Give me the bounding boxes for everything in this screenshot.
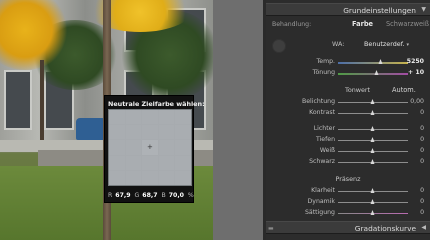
r-label: R: [108, 192, 113, 199]
slider-thumb-shadows[interactable]: [370, 136, 375, 142]
slider-track-vibrance[interactable]: [338, 198, 408, 204]
workspace-gutter: [213, 0, 263, 240]
slider-label-highlights: Lichter: [313, 125, 335, 132]
treatment-row: Behandlung: Farbe Schwarzweiß: [266, 20, 430, 30]
slider-track-saturation[interactable]: [338, 209, 408, 215]
crosshair-icon: [142, 140, 158, 155]
slider-label-saturation: Sättigung: [305, 209, 335, 216]
slider-track-tint[interactable]: [338, 69, 408, 75]
treatment-label: Behandlung:: [272, 21, 312, 28]
white-balance-picker-icon[interactable]: [272, 39, 286, 53]
tree-trunk: [40, 60, 44, 150]
slider-value-tint[interactable]: + 10: [408, 69, 424, 76]
slider-row-whites: Weiß 0: [266, 146, 430, 156]
slider-label-contrast: Kontrast: [309, 109, 335, 116]
slider-value-exposure[interactable]: 0,00: [410, 98, 424, 105]
slider-value-whites[interactable]: 0: [420, 147, 424, 154]
wb-preset-select[interactable]: Benutzerdef. ▾: [364, 40, 409, 48]
slider-value-shadows[interactable]: 0: [420, 136, 424, 143]
slider-value-saturation[interactable]: 0: [420, 209, 424, 216]
slider-row-exposure: Belichtung 0,00: [266, 97, 430, 107]
slider-thumb-tint[interactable]: [374, 69, 378, 75]
wb-label: WA:: [332, 40, 345, 48]
treatment-bw-option[interactable]: Schwarzweiß: [386, 20, 429, 28]
panel-switch-icon[interactable]: ▬: [268, 225, 274, 232]
slider-track-highlights[interactable]: [338, 125, 408, 131]
slider-thumb-vibrance[interactable]: [370, 198, 375, 204]
chevron-down-icon: ▾: [406, 42, 410, 48]
slider-value-vibrance[interactable]: 0: [420, 198, 424, 205]
photo-canvas[interactable]: Neutrale Zielfarbe wählen: R 67,9 G 68,7…: [0, 0, 213, 240]
slider-track-shadows[interactable]: [338, 136, 408, 142]
slider-thumb-contrast[interactable]: [370, 109, 375, 115]
slider-row-vibrance: Dynamik 0: [266, 197, 430, 207]
g-label: G: [134, 192, 140, 199]
slider-value-clarity[interactable]: 0: [420, 187, 424, 194]
slider-thumb-exposure[interactable]: [370, 98, 375, 104]
basic-section-header[interactable]: Grundeinstellungen ▼: [266, 3, 430, 16]
slider-label-shadows: Tiefen: [315, 136, 335, 143]
slider-track-contrast[interactable]: [338, 109, 408, 115]
slider-row-clarity: Klarheit 0: [266, 186, 430, 196]
slider-row-contrast: Kontrast 0: [266, 108, 430, 118]
slider-label-clarity: Klarheit: [311, 187, 335, 194]
tone-curve-section-header[interactable]: ▬ Gradationskurve ◀: [266, 221, 430, 234]
slider-track-blacks[interactable]: [338, 158, 408, 164]
slider-label-tint: Tönung: [312, 69, 335, 76]
slider-label-vibrance: Dynamik: [307, 198, 335, 205]
slider-thumb-temp[interactable]: [378, 58, 383, 64]
slider-thumb-highlights[interactable]: [370, 125, 375, 131]
auto-tone-button[interactable]: Autom.: [392, 86, 416, 94]
slider-label-blacks: Schwarz: [309, 158, 335, 165]
g-value: 68,7: [142, 192, 158, 199]
slider-label-whites: Weiß: [319, 147, 335, 154]
slider-value-blacks[interactable]: 0: [420, 158, 424, 165]
percent-unit: %: [187, 192, 194, 199]
slider-track-temp[interactable]: [338, 58, 408, 64]
slider-value-highlights[interactable]: 0: [420, 125, 424, 132]
window: [4, 70, 32, 130]
wb-preset-value: Benutzerdef.: [364, 40, 405, 48]
slider-track-exposure[interactable]: [338, 98, 408, 104]
presence-section-label: Präsenz: [335, 175, 361, 183]
slider-value-temp[interactable]: 5250: [407, 58, 424, 65]
slider-track-whites[interactable]: [338, 147, 408, 153]
slider-thumb-saturation[interactable]: [370, 209, 375, 215]
r-value: 67,9: [115, 192, 131, 199]
basic-section-title: Grundeinstellungen: [343, 6, 416, 15]
slider-label-exposure: Belichtung: [301, 98, 335, 105]
b-value: 70,0: [168, 192, 184, 199]
slider-thumb-clarity[interactable]: [370, 187, 375, 193]
tone-section-label: Tonwert: [345, 86, 371, 94]
loupe-title: Neutrale Zielfarbe wählen:: [108, 100, 205, 108]
treatment-color-option[interactable]: Farbe: [352, 20, 373, 28]
loupe-rgb-readout: R 67,9 G 68,7 B 70,0 %: [108, 192, 194, 199]
slider-row-highlights: Lichter 0: [266, 124, 430, 134]
slider-track-clarity[interactable]: [338, 187, 408, 193]
slider-label-temp: Temp.: [316, 58, 335, 65]
develop-panel: Grundeinstellungen ▼ Behandlung: Farbe S…: [266, 0, 430, 240]
neutral-color-loupe: Neutrale Zielfarbe wählen: R 67,9 G 68,7…: [104, 95, 205, 203]
expand-triangle-icon[interactable]: ◀: [421, 224, 426, 231]
slider-row-shadows: Tiefen 0: [266, 135, 430, 145]
b-label: B: [161, 192, 166, 199]
slider-thumb-whites[interactable]: [370, 147, 375, 153]
loupe-pixel-grid: [108, 109, 192, 186]
collapse-triangle-icon[interactable]: ▼: [421, 6, 426, 13]
slider-thumb-blacks[interactable]: [370, 158, 375, 164]
slider-row-blacks: Schwarz 0: [266, 157, 430, 167]
slider-row-saturation: Sättigung 0: [266, 208, 430, 218]
slider-row-tint: Tönung + 10: [266, 68, 430, 78]
tone-curve-title: Gradationskurve: [354, 224, 416, 233]
slider-value-contrast[interactable]: 0: [420, 109, 424, 116]
slider-row-temp: Temp. 5250: [266, 57, 430, 67]
